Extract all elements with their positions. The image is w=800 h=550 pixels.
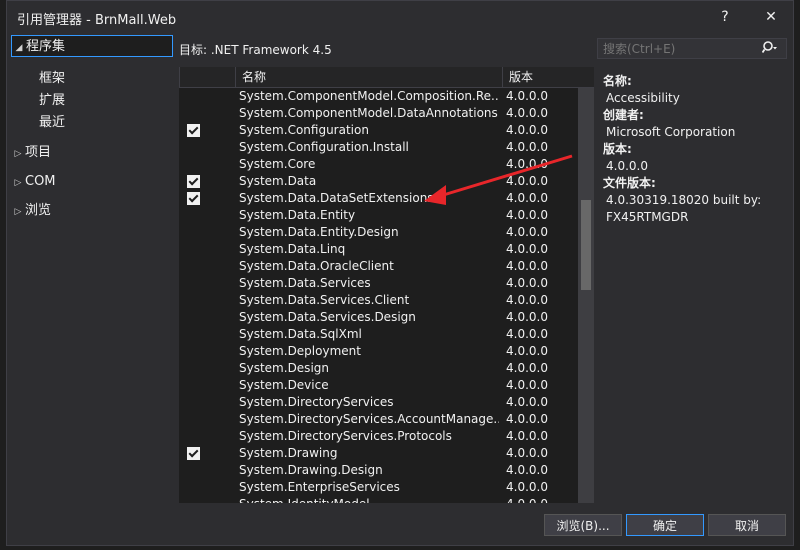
red-arrow-annotation bbox=[424, 154, 573, 205]
arrow-head-icon bbox=[424, 185, 446, 205]
arrow-shaft bbox=[439, 154, 573, 198]
